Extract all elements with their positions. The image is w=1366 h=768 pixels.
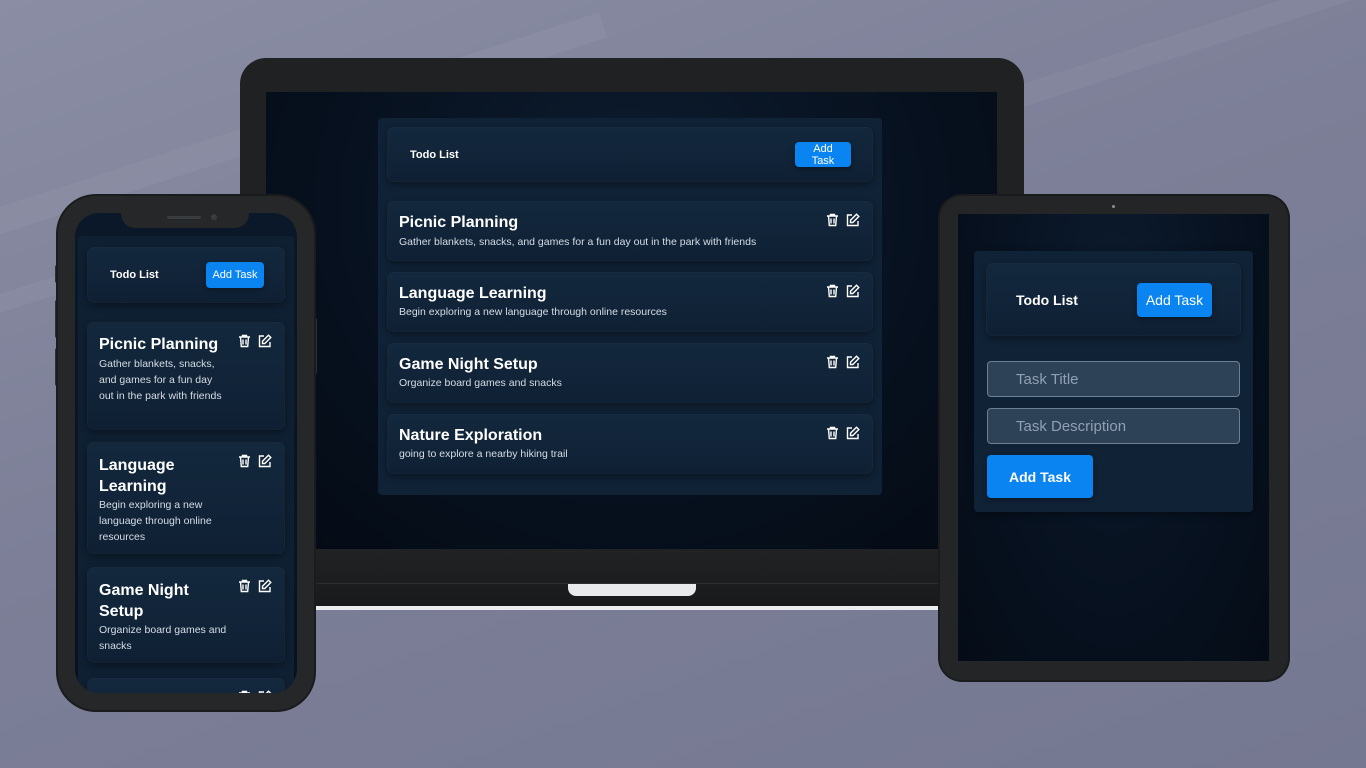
- task-description: Organize board games and snacks: [99, 624, 227, 652]
- trash-icon[interactable]: [238, 334, 251, 348]
- task-card: Nature Exploration going to explore a ne…: [388, 415, 872, 473]
- phone-notch: [121, 210, 249, 228]
- task-card: Game Night Setup Organize board games an…: [88, 568, 284, 662]
- laptop-app-panel: Todo List Add Task Picnic Planning Gathe…: [378, 118, 882, 495]
- add-task-button[interactable]: Add Task: [1137, 282, 1212, 317]
- task-title: Picnic Planning: [399, 214, 519, 231]
- edit-icon[interactable]: [846, 355, 860, 369]
- add-task-button[interactable]: Add Task: [206, 262, 264, 288]
- app-title: Todo List: [1016, 291, 1078, 308]
- trash-icon[interactable]: [238, 579, 251, 593]
- phone-header: Todo List Add Task: [88, 248, 284, 302]
- task-card: Picnic Planning Gather blankets, snacks,…: [388, 202, 872, 260]
- task-title: Nature Exploration: [99, 691, 219, 693]
- task-description: Gather blankets, snacks, and games for a…: [399, 236, 757, 248]
- task-title: Game Night Setup: [399, 356, 538, 373]
- app-title: Todo List: [110, 269, 159, 281]
- trash-icon[interactable]: [826, 213, 839, 227]
- laptop-base: [240, 549, 1024, 607]
- edit-icon[interactable]: [258, 454, 272, 468]
- phone-app-panel: Todo List Add Task Picnic Planning Gathe…: [78, 236, 294, 693]
- edit-icon[interactable]: [258, 579, 272, 593]
- tablet-app-panel: Todo List Add Task Add Task: [974, 251, 1253, 512]
- edit-icon[interactable]: [846, 213, 860, 227]
- task-title: Picnic Planning: [99, 336, 219, 353]
- task-card: Language Learning Begin exploring a new …: [388, 273, 872, 331]
- tablet-screen: Todo List Add Task Add Task: [958, 214, 1269, 661]
- tablet-header: Todo List Add Task: [987, 264, 1240, 335]
- add-task-button[interactable]: Add Task: [795, 142, 851, 167]
- laptop-chin: [240, 606, 1024, 610]
- submit-task-button[interactable]: Add Task: [987, 455, 1093, 498]
- task-card: Picnic Planning Gather blankets, snacks,…: [88, 323, 284, 429]
- laptop-trackpad-notch: [568, 584, 696, 596]
- trash-icon[interactable]: [238, 454, 251, 468]
- edit-icon[interactable]: [846, 426, 860, 440]
- task-title: Language Learning: [399, 285, 547, 302]
- laptop-header: Todo List Add Task: [388, 128, 872, 181]
- task-description: Organize board games and snacks: [399, 377, 562, 389]
- trash-icon[interactable]: [826, 426, 839, 440]
- task-description: Begin exploring a new language through o…: [99, 499, 212, 543]
- app-title: Todo List: [410, 148, 459, 161]
- edit-icon[interactable]: [258, 690, 272, 693]
- task-card: Language Learning Begin exploring a new …: [88, 443, 284, 553]
- task-title: Language Learning: [99, 457, 175, 495]
- phone-speaker: [167, 216, 201, 219]
- task-title-input[interactable]: [987, 361, 1240, 397]
- trash-icon[interactable]: [826, 284, 839, 298]
- edit-icon[interactable]: [258, 334, 272, 348]
- task-description: going to explore a nearby hiking trail: [399, 448, 568, 460]
- task-title: Nature Exploration: [399, 427, 543, 444]
- task-card: Game Night Setup Organize board games an…: [388, 344, 872, 402]
- phone-screen: Todo List Add Task Picnic Planning Gathe…: [75, 213, 297, 693]
- trash-icon[interactable]: [826, 355, 839, 369]
- task-description-input[interactable]: [987, 408, 1240, 444]
- edit-icon[interactable]: [846, 284, 860, 298]
- phone-camera-icon: [211, 214, 217, 220]
- task-card: Nature Exploration: [88, 679, 284, 693]
- task-description: Begin exploring a new language through o…: [399, 306, 667, 318]
- trash-icon[interactable]: [238, 690, 251, 693]
- task-description: Gather blankets, snacks, and games for a…: [99, 358, 222, 402]
- tablet-camera-icon: [1112, 205, 1115, 208]
- task-title: Game Night Setup: [99, 582, 189, 620]
- laptop-screen: Todo List Add Task Picnic Planning Gathe…: [266, 92, 997, 550]
